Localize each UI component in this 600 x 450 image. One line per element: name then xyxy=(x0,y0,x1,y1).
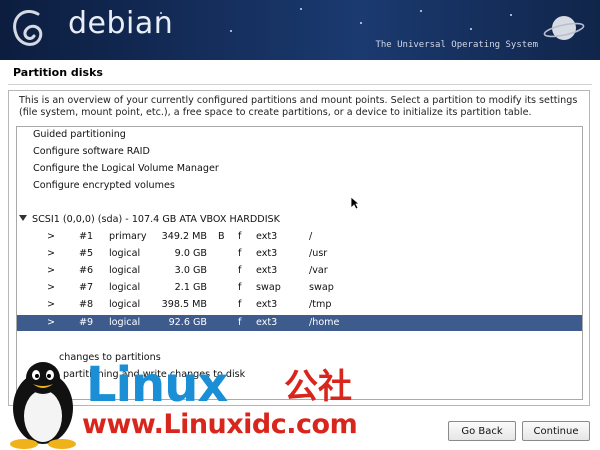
partition-size: 92.6 GB xyxy=(168,317,207,328)
debian-banner: debian The Universal Operating System xyxy=(0,0,600,60)
format-flag: f xyxy=(238,248,242,259)
disk-row[interactable]: SCSI1 (0,0,0) (sda) - 107.4 GB ATA VBOX … xyxy=(19,212,280,228)
title-separator xyxy=(8,84,592,85)
menu-configure-raid[interactable]: Configure software RAID xyxy=(33,144,150,160)
menu-configure-lvm[interactable]: Configure the Logical Volume Manager xyxy=(33,161,219,177)
page-description: This is an overview of your currently co… xyxy=(19,95,578,118)
expand-triangle-icon[interactable] xyxy=(19,215,27,221)
format-flag: f xyxy=(238,265,242,276)
disk-label: SCSI1 (0,0,0) (sda) - 107.4 GB ATA VBOX … xyxy=(32,214,280,225)
bootable-flag: B xyxy=(218,231,225,242)
debian-swirl-icon xyxy=(13,10,43,46)
row-arrow-icon: > xyxy=(47,248,56,259)
partition-type: logical xyxy=(109,317,141,328)
tux-penguin-icon xyxy=(10,362,76,449)
page-title: Partition disks xyxy=(13,66,103,79)
partition-size: 398.5 MB xyxy=(161,299,207,310)
row-arrow-icon: > xyxy=(47,265,56,276)
filesystem: ext3 xyxy=(256,231,278,242)
row-arrow-icon: > xyxy=(47,317,56,328)
partition-type: primary xyxy=(109,231,147,242)
mount-point: /home xyxy=(309,317,340,328)
partition-size: 2.1 GB xyxy=(174,282,207,293)
format-flag: f xyxy=(238,231,242,242)
partition-number: #8 xyxy=(79,299,94,310)
partition-row-selected[interactable]: > #9 logical 92.6 GB f ext3 /home xyxy=(17,315,582,331)
partition-row[interactable]: > #5 logical 9.0 GB f ext3 /usr xyxy=(17,246,582,262)
planet-icon xyxy=(543,16,585,40)
partition-row[interactable]: > #7 logical 2.1 GB f swap swap xyxy=(17,280,582,296)
mount-point: /tmp xyxy=(309,299,332,310)
partition-type: logical xyxy=(109,299,141,310)
partition-type: logical xyxy=(109,265,141,276)
format-flag: f xyxy=(238,299,242,310)
partition-number: #1 xyxy=(79,231,94,242)
filesystem: ext3 xyxy=(256,317,278,328)
menu-configure-encrypted[interactable]: Configure encrypted volumes xyxy=(33,178,175,194)
partition-number: #6 xyxy=(79,265,94,276)
continue-button[interactable]: Continue xyxy=(522,421,590,441)
go-back-button[interactable]: Go Back xyxy=(448,421,516,441)
filesystem: ext3 xyxy=(256,299,278,310)
mouse-cursor-icon xyxy=(350,196,360,210)
partition-type: logical xyxy=(109,282,141,293)
watermark-url: www.Linuxidc.com xyxy=(82,409,358,440)
partition-row[interactable]: > #6 logical 3.0 GB f ext3 /var xyxy=(17,263,582,279)
filesystem: ext3 xyxy=(256,248,278,259)
row-arrow-icon: > xyxy=(47,282,56,293)
watermark-chinese-word: 公社 xyxy=(284,367,352,407)
mount-point: /usr xyxy=(309,248,328,259)
partition-number: #7 xyxy=(79,282,94,293)
format-flag: f xyxy=(238,282,242,293)
mount-point: /var xyxy=(309,265,328,276)
filesystem: ext3 xyxy=(256,265,278,276)
mount-point: swap xyxy=(309,282,334,293)
partition-type: logical xyxy=(109,248,141,259)
format-flag: f xyxy=(238,317,242,328)
mount-point: / xyxy=(309,231,313,242)
partition-size: 9.0 GB xyxy=(174,248,207,259)
tagline: The Universal Operating System xyxy=(375,40,538,50)
row-arrow-icon: > xyxy=(47,299,56,310)
brand-name: debian xyxy=(68,6,174,41)
partition-size: 3.0 GB xyxy=(174,265,207,276)
partition-number: #5 xyxy=(79,248,94,259)
row-arrow-icon: > xyxy=(47,231,56,242)
partition-size: 349.2 MB xyxy=(161,231,207,242)
partition-row[interactable]: > #8 logical 398.5 MB f ext3 /tmp xyxy=(17,297,582,313)
menu-guided-partitioning[interactable]: Guided partitioning xyxy=(33,127,126,143)
partition-row[interactable]: > #1 primary 349.2 MB B f ext3 / xyxy=(17,229,582,245)
partition-number: #9 xyxy=(79,317,94,328)
filesystem: swap xyxy=(256,282,281,293)
watermark-linux-word: Linux xyxy=(86,357,228,413)
